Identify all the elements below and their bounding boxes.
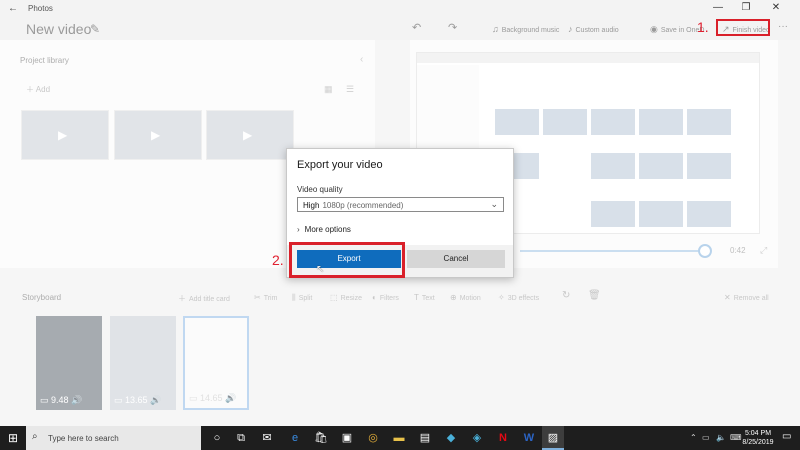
microphone-icon: ♪ [568, 24, 573, 34]
more-options-icon[interactable]: ··· [778, 21, 788, 32]
cortana-icon[interactable]: ○ [206, 426, 228, 450]
dialog-title: Export your video [297, 159, 383, 171]
netflix-icon[interactable]: N [492, 426, 514, 450]
close-button[interactable]: ✕ [766, 2, 786, 13]
clock-time: 5:04 PM [744, 430, 772, 437]
chevron-right-icon: › [297, 225, 300, 234]
taskbar-search[interactable]: ⌕ Type here to search [26, 426, 201, 450]
app-title: Photos [28, 4, 53, 13]
maximize-button[interactable]: ❐ [736, 2, 756, 13]
edge-browser-icon[interactable]: e [284, 426, 306, 450]
custom-audio-label: Custom audio [575, 27, 619, 34]
custom-audio-button[interactable]: ♪ Custom audio [568, 24, 619, 34]
more-options-toggle[interactable]: › More options [297, 225, 351, 234]
more-options-label: More options [304, 225, 351, 234]
search-icon: ⌕ [32, 431, 38, 442]
video-quality-select[interactable]: High 1080p (recommended) ⌄ [297, 197, 504, 212]
cancel-button[interactable]: Cancel [407, 250, 505, 268]
store-icon[interactable]: 🛍 [310, 426, 332, 450]
chrome-icon[interactable]: ◎ [362, 426, 384, 450]
windows-start-icon[interactable]: ⊞ [8, 431, 18, 445]
finish-video-highlight [716, 19, 770, 36]
video-quality-label: Video quality [297, 185, 343, 194]
mail-icon[interactable]: ✉ [256, 426, 278, 450]
app-icon[interactable]: ▤ [414, 426, 436, 450]
project-title: New video [26, 21, 92, 37]
task-view-icon[interactable]: ⧉ [230, 426, 252, 450]
mouse-cursor-icon: ↖ [316, 264, 325, 275]
title-bar: ← Photos — ❐ ✕ [0, 0, 800, 18]
volume-icon[interactable]: 🔈 [716, 433, 726, 442]
app-icon[interactable]: ▣ [336, 426, 358, 450]
annotation-step-2: 2. [272, 252, 284, 268]
notifications-icon[interactable]: ▭ [782, 431, 791, 442]
app-icon[interactable]: ◆ [440, 426, 462, 450]
eye-icon: ◉ [650, 24, 658, 34]
annotation-step-1: 1. [697, 19, 709, 35]
app-icon[interactable]: ◈ [466, 426, 488, 450]
photos-app-icon[interactable]: ▨ [542, 426, 564, 450]
clock-date: 8/25/2019 [742, 439, 774, 446]
minimize-button[interactable]: — [708, 2, 728, 13]
word-icon[interactable]: W [518, 426, 540, 450]
rename-pencil-icon[interactable]: ✎ [90, 22, 100, 36]
taskbar: ⊞ ⌕ Type here to search ○ ⧉ ✉ e 🛍 ▣ ◎ ▬ … [0, 426, 800, 450]
background-music-button[interactable]: ♫ Background music [492, 24, 559, 34]
network-icon[interactable]: ▭ [702, 433, 710, 442]
quality-level: High [303, 201, 320, 210]
undo-icon[interactable]: ↶ [412, 21, 421, 34]
export-highlight [289, 242, 405, 278]
back-icon[interactable]: ← [8, 3, 18, 14]
editor-header: New video ✎ ↶ ↷ ♫ Background music ♪ Custo… [0, 18, 800, 40]
chevron-up-icon[interactable]: ⌃ [690, 433, 697, 442]
quality-detail: 1080p (recommended) [322, 201, 404, 210]
redo-icon[interactable]: ↷ [448, 21, 457, 34]
search-placeholder: Type here to search [48, 434, 119, 443]
background-music-label: Background music [501, 27, 560, 34]
file-explorer-icon[interactable]: ▬ [388, 426, 410, 450]
system-clock[interactable]: 5:04 PM 8/25/2019 [740, 429, 776, 447]
chevron-down-icon: ⌄ [490, 199, 498, 209]
music-note-icon: ♫ [492, 24, 499, 34]
